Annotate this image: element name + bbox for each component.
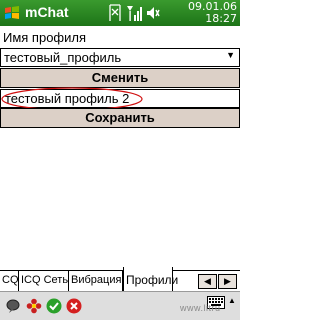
volume-icon[interactable]	[146, 5, 160, 21]
app-title: mChat	[25, 4, 69, 20]
save-button[interactable]: Сохранить	[0, 108, 240, 128]
profile-name-label: Имя профиля	[3, 30, 87, 45]
title-bar: mChat 09.01.06 18:27	[0, 0, 240, 26]
profile-name-input[interactable]: тестовый профиль 2	[0, 89, 240, 108]
tab-vibration[interactable]: Вибрация	[69, 271, 123, 291]
chevron-down-icon[interactable]: ▼	[226, 50, 235, 60]
switch-profile-button[interactable]: Сменить	[0, 68, 240, 88]
input-menu-arrow-icon[interactable]: ▲	[228, 296, 236, 305]
close-icon[interactable]	[66, 298, 82, 314]
tab-profiles[interactable]: Профили	[123, 267, 178, 291]
check-icon[interactable]	[46, 298, 62, 314]
windows-start-icon[interactable]	[3, 4, 21, 22]
time-text: 18:27	[205, 12, 237, 25]
profile-select[interactable]: тестовый_профиль ▼	[0, 48, 240, 67]
clock[interactable]: 09.01.06 18:27	[188, 1, 237, 25]
flower-status-icon[interactable]	[26, 298, 42, 314]
tab-scroll-left-button[interactable]: ◀	[198, 274, 217, 289]
watermark: www.litru	[180, 303, 221, 313]
tab-cq[interactable]: CQ	[0, 271, 19, 291]
profile-name-input-value: тестовый профиль 2	[5, 91, 130, 106]
profile-select-value: тестовый_профиль	[4, 50, 122, 65]
tab-scroll-right-button[interactable]: ▶	[218, 274, 237, 289]
tab-bar: CQ ICQ Сеть Вибрация Профили ◀ ▶	[0, 267, 240, 291]
chat-bubble-icon[interactable]	[5, 298, 21, 314]
network-signal-icon	[127, 6, 142, 21]
tab-icq-network[interactable]: ICQ Сеть	[19, 271, 69, 291]
signal-edge-icon	[109, 4, 121, 21]
